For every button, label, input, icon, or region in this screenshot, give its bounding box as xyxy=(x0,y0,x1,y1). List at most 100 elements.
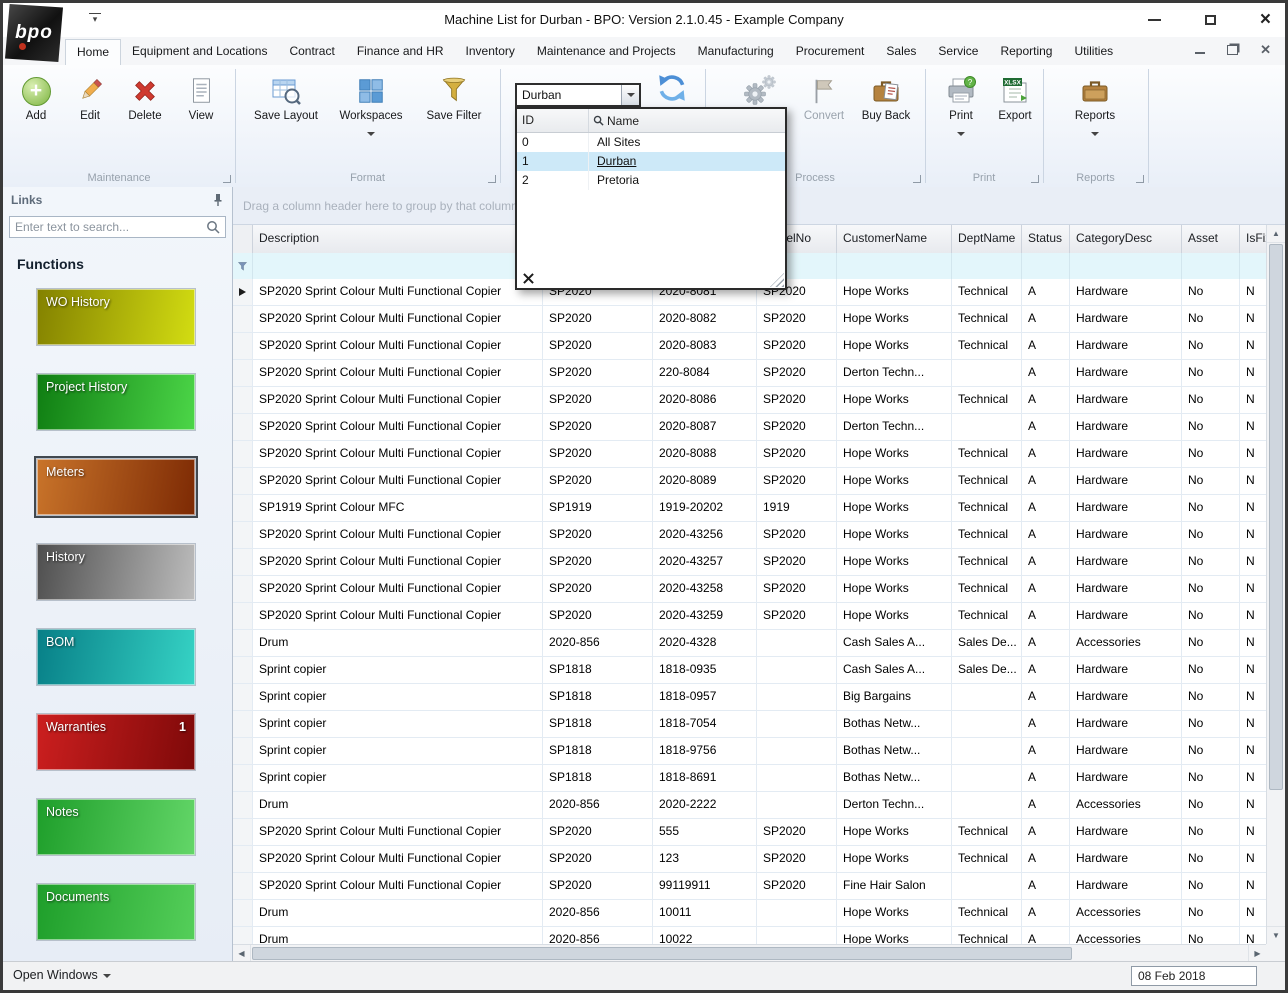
reports-button[interactable]: Reports xyxy=(1067,72,1123,141)
scroll-left-icon[interactable]: ◀ xyxy=(233,945,251,962)
column-header-customername[interactable]: CustomerName xyxy=(837,225,952,253)
site-option-durban[interactable]: 1Durban xyxy=(517,152,785,171)
date-field[interactable]: 08 Feb 2018 xyxy=(1131,966,1257,986)
resize-grip-icon[interactable] xyxy=(770,273,784,287)
process-gears-button[interactable] xyxy=(731,72,787,110)
save-filter-button[interactable]: Save Filter xyxy=(421,72,487,123)
tab-procurement[interactable]: Procurement xyxy=(785,38,876,65)
site-option-pretoria[interactable]: 2Pretoria xyxy=(517,171,785,190)
table-row[interactable]: SP2020 Sprint Colour Multi Functional Co… xyxy=(233,333,1266,360)
ribbon-minimize-icon[interactable] xyxy=(1195,52,1205,54)
table-row[interactable]: SP1919 Sprint Colour MFCSP19191919-20202… xyxy=(233,495,1266,522)
filter-cell-7[interactable] xyxy=(1070,253,1182,279)
filter-cell-9[interactable] xyxy=(1240,253,1266,279)
site-popup-column-name[interactable]: Name xyxy=(589,109,785,132)
horizontal-scroll-thumb[interactable] xyxy=(252,947,1072,960)
table-row[interactable]: Drum2020-8562020-2222Derton Techn...AAcc… xyxy=(233,792,1266,819)
table-row[interactable]: Sprint copierSP18181818-9756Bothas Netw.… xyxy=(233,738,1266,765)
table-row[interactable]: Drum2020-8562020-4328Cash Sales A...Sale… xyxy=(233,630,1266,657)
convert-button[interactable]: Convert xyxy=(797,72,851,123)
vertical-scroll-thumb[interactable] xyxy=(1269,244,1283,790)
tab-manufacturing[interactable]: Manufacturing xyxy=(687,38,785,65)
tab-equipment-and-locations[interactable]: Equipment and Locations xyxy=(121,38,278,65)
dialog-launcher-icon[interactable] xyxy=(1136,175,1144,183)
filter-cell-5[interactable] xyxy=(952,253,1022,279)
tab-contract[interactable]: Contract xyxy=(278,38,345,65)
column-header-description[interactable]: Description xyxy=(253,225,543,253)
column-header-status[interactable]: Status xyxy=(1022,225,1070,253)
function-button-warranties[interactable]: Warranties1 xyxy=(36,713,196,771)
tab-home[interactable]: Home xyxy=(65,39,121,65)
add-button[interactable]: + Add xyxy=(11,72,61,123)
column-header-asset[interactable]: Asset xyxy=(1182,225,1240,253)
print-button[interactable]: ? Print xyxy=(937,72,985,141)
workspaces-button[interactable]: Workspaces xyxy=(333,72,409,141)
links-search-input[interactable] xyxy=(10,220,206,234)
dialog-launcher-icon[interactable] xyxy=(1031,175,1039,183)
scroll-right-icon[interactable]: ▶ xyxy=(1248,945,1266,962)
clear-filter-x-icon[interactable] xyxy=(523,273,534,284)
maximize-button[interactable] xyxy=(1205,15,1216,25)
view-button[interactable]: View xyxy=(175,72,227,123)
function-button-history[interactable]: History xyxy=(36,543,196,601)
scroll-down-icon[interactable]: ▼ xyxy=(1267,926,1285,944)
table-row[interactable]: SP2020 Sprint Colour Multi Functional Co… xyxy=(233,873,1266,900)
site-option-all-sites[interactable]: 0All Sites xyxy=(517,133,785,152)
site-selector-dropdown-button[interactable] xyxy=(621,85,639,105)
function-button-documents[interactable]: Documents xyxy=(36,883,196,941)
table-row[interactable]: SP2020 Sprint Colour Multi Functional Co… xyxy=(233,576,1266,603)
function-button-meters[interactable]: Meters xyxy=(36,458,196,516)
save-layout-button[interactable]: Save Layout xyxy=(251,72,321,123)
function-button-project-history[interactable]: Project History xyxy=(36,373,196,431)
export-button[interactable]: XLSX Export xyxy=(991,72,1039,123)
vertical-scrollbar[interactable]: ▲ ▼ xyxy=(1266,225,1285,944)
table-row[interactable]: SP2020 Sprint Colour Multi Functional Co… xyxy=(233,387,1266,414)
open-windows-button[interactable]: Open Windows xyxy=(13,962,111,989)
filter-cell-0[interactable] xyxy=(253,253,543,279)
dialog-launcher-icon[interactable] xyxy=(913,175,921,183)
tab-sales[interactable]: Sales xyxy=(875,38,927,65)
tab-maintenance-and-projects[interactable]: Maintenance and Projects xyxy=(526,38,687,65)
tab-finance-and-hr[interactable]: Finance and HR xyxy=(346,38,455,65)
table-row[interactable]: Sprint copierSP18181818-0935Cash Sales A… xyxy=(233,657,1266,684)
tab-utilities[interactable]: Utilities xyxy=(1063,38,1124,65)
minimize-button[interactable] xyxy=(1148,19,1161,21)
edit-button[interactable]: Edit xyxy=(65,72,115,123)
close-button[interactable]: × xyxy=(1260,10,1271,29)
site-popup-column-id[interactable]: ID xyxy=(517,109,589,132)
table-row[interactable]: Drum2020-85610011Hope WorksTechnicalAAcc… xyxy=(233,900,1266,927)
scroll-up-icon[interactable]: ▲ xyxy=(1267,225,1285,243)
column-header-deptname[interactable]: DeptName xyxy=(952,225,1022,253)
table-row[interactable]: SP2020 Sprint Colour Multi Functional Co… xyxy=(233,549,1266,576)
pin-icon[interactable] xyxy=(212,193,224,207)
table-row[interactable]: SP2020 Sprint Colour Multi Functional Co… xyxy=(233,414,1266,441)
delete-button[interactable]: Delete xyxy=(119,72,171,123)
ribbon-close-icon[interactable]: ✕ xyxy=(1260,43,1271,56)
column-header-isfixed[interactable]: IsFixed xyxy=(1240,225,1266,253)
filter-cell-4[interactable] xyxy=(837,253,952,279)
table-row[interactable]: SP2020 Sprint Colour Multi Functional Co… xyxy=(233,468,1266,495)
table-row[interactable]: Sprint copierSP18181818-8691Bothas Netw.… xyxy=(233,765,1266,792)
bpo-logo[interactable]: bpo xyxy=(5,4,63,62)
dialog-launcher-icon[interactable] xyxy=(223,175,231,183)
site-selector-combobox[interactable]: Durban xyxy=(515,83,641,107)
table-row[interactable]: Drum2020-85610022Hope WorksTechnicalAAcc… xyxy=(233,927,1266,944)
ribbon-restore-icon[interactable] xyxy=(1227,45,1238,55)
column-header-categorydesc[interactable]: CategoryDesc xyxy=(1070,225,1182,253)
function-button-wo-history[interactable]: WO History xyxy=(36,288,196,346)
horizontal-scrollbar[interactable]: ◀ ▶ xyxy=(233,944,1266,962)
table-row[interactable]: SP2020 Sprint Colour Multi Functional Co… xyxy=(233,603,1266,630)
table-row[interactable]: Sprint copierSP18181818-7054Bothas Netw.… xyxy=(233,711,1266,738)
dialog-launcher-icon[interactable] xyxy=(488,175,496,183)
function-button-bom[interactable]: BOM xyxy=(36,628,196,686)
table-row[interactable]: SP2020 Sprint Colour Multi Functional Co… xyxy=(233,441,1266,468)
tab-inventory[interactable]: Inventory xyxy=(455,38,526,65)
table-row[interactable]: SP2020 Sprint Colour Multi Functional Co… xyxy=(233,522,1266,549)
filter-cell-8[interactable] xyxy=(1182,253,1240,279)
table-row[interactable]: SP2020 Sprint Colour Multi Functional Co… xyxy=(233,846,1266,873)
buy-back-button[interactable]: Buy Back xyxy=(857,72,915,123)
table-row[interactable]: Sprint copierSP18181818-0957Big Bargains… xyxy=(233,684,1266,711)
tab-reporting[interactable]: Reporting xyxy=(989,38,1063,65)
table-row[interactable]: SP2020 Sprint Colour Multi Functional Co… xyxy=(233,306,1266,333)
tab-service[interactable]: Service xyxy=(927,38,989,65)
